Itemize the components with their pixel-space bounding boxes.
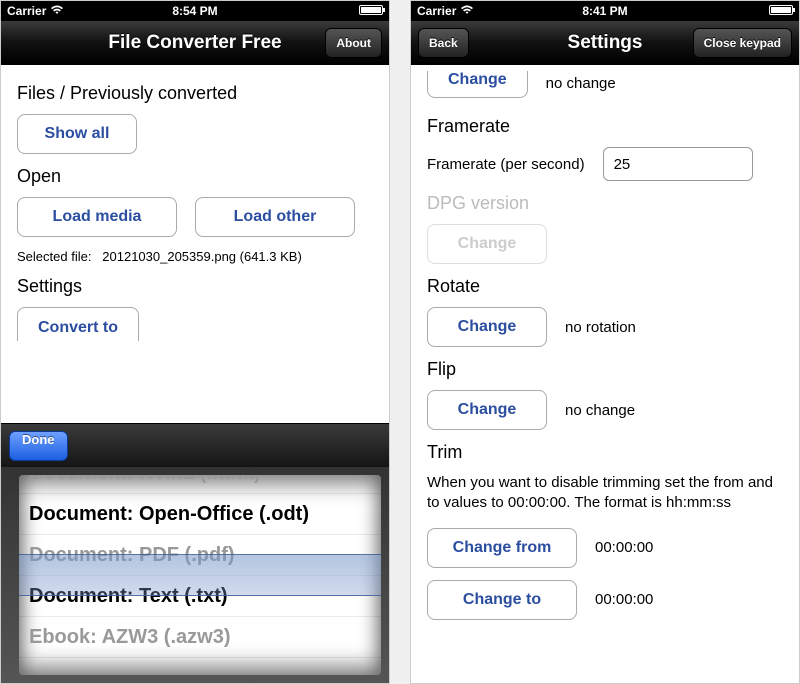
selected-file-value: 20121030_205359.png (641.3 KB) <box>102 249 302 264</box>
carrier-label: Carrier <box>417 4 456 18</box>
page-title: File Converter Free <box>108 32 281 54</box>
picker-item[interactable]: Ebook: AZW3 (.azw3) <box>19 617 381 658</box>
about-button[interactable]: About <box>325 28 382 58</box>
carrier-label: Carrier <box>7 4 46 18</box>
done-button[interactable]: Done <box>9 431 68 461</box>
picker[interactable]: Document: HTML (.html) Document: Open-Of… <box>1 467 389 683</box>
settings-content: Change no change Framerate Framerate (pe… <box>411 65 799 683</box>
rotate-value: no rotation <box>565 319 636 336</box>
back-button[interactable]: Back <box>418 28 469 58</box>
picker-item-selected[interactable]: Document: PDF (.pdf) <box>19 535 381 576</box>
picker-item[interactable]: Document: HTML (.html) <box>19 475 381 494</box>
show-all-button[interactable]: Show all <box>17 114 137 154</box>
framerate-title: Framerate <box>427 116 783 137</box>
main-content: Files / Previously converted Show all Op… <box>1 65 389 423</box>
framerate-label: Framerate (per second) <box>427 156 585 173</box>
picker-item[interactable]: Document: Open-Office (.odt) <box>19 494 381 535</box>
battery-icon <box>359 5 383 15</box>
selected-file-label: Selected file: <box>17 249 91 264</box>
load-other-button[interactable]: Load other <box>195 197 355 237</box>
flip-change-button[interactable]: Change <box>427 390 547 430</box>
selected-file: Selected file: 20121030_205359.png (641.… <box>17 249 373 264</box>
change-to-button[interactable]: Change to <box>427 580 577 620</box>
status-bar: Carrier 8:41 PM <box>411 1 799 21</box>
phone-left: Carrier 8:54 PM File Converter Free Abou… <box>0 0 390 684</box>
trim-from-value: 00:00:00 <box>595 539 653 556</box>
phone-right: Carrier 8:41 PM Back Settings Close keyp… <box>410 0 800 684</box>
load-media-button[interactable]: Load media <box>17 197 177 237</box>
page-title: Settings <box>568 32 643 54</box>
picker-toolbar: Done <box>1 423 389 467</box>
trim-description: When you want to disable trimming set th… <box>427 473 783 514</box>
flip-title: Flip <box>427 359 783 380</box>
top-value: no change <box>546 75 616 92</box>
framerate-input[interactable] <box>603 147 753 181</box>
clock: 8:41 PM <box>582 4 627 18</box>
trim-to-value: 00:00:00 <box>595 591 653 608</box>
wifi-icon <box>460 4 474 18</box>
convert-to-button[interactable]: Convert to <box>17 307 139 341</box>
settings-section-title: Settings <box>17 276 373 297</box>
change-from-button[interactable]: Change from <box>427 528 577 568</box>
battery-icon <box>769 5 793 15</box>
clock: 8:54 PM <box>172 4 217 18</box>
picker-wheel[interactable]: Document: HTML (.html) Document: Open-Of… <box>19 475 381 675</box>
rotate-title: Rotate <box>427 276 783 297</box>
rotate-change-button[interactable]: Change <box>427 307 547 347</box>
close-keypad-button[interactable]: Close keypad <box>693 28 792 58</box>
dpg-change-button: Change <box>427 224 547 264</box>
dpg-title: DPG version <box>427 193 783 214</box>
change-button[interactable]: Change <box>427 71 528 98</box>
navbar: Back Settings Close keypad <box>411 21 799 65</box>
trim-title: Trim <box>427 442 783 463</box>
wifi-icon <box>50 4 64 18</box>
files-section-title: Files / Previously converted <box>17 83 373 104</box>
status-bar: Carrier 8:54 PM <box>1 1 389 21</box>
flip-value: no change <box>565 402 635 419</box>
picker-item[interactable]: Document: Text (.txt) <box>19 576 381 617</box>
navbar: File Converter Free About <box>1 21 389 65</box>
open-section-title: Open <box>17 166 373 187</box>
